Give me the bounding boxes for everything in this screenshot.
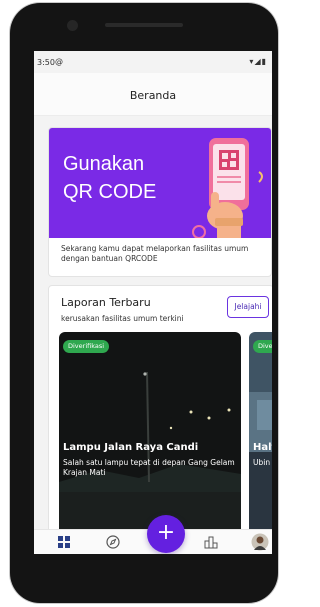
phone-qr-illustration <box>192 138 263 238</box>
screen: 3:50 @ ▾◢▮ Beranda Gunakan QR CODE Sekar… <box>34 51 272 554</box>
report-title: Halte <box>253 442 272 453</box>
report-card-photo <box>249 332 272 542</box>
at-icon: @ <box>55 57 63 66</box>
status-time: 3:50 <box>37 58 55 67</box>
banner-image: Gunakan QR CODE <box>49 128 271 238</box>
banner-headline: Gunakan QR CODE <box>63 150 156 206</box>
section-heading: Laporan Terbaru <box>61 296 151 309</box>
report-title: Lampu Jalan Raya Candi <box>63 442 199 453</box>
qr-banner[interactable]: Gunakan QR CODE Sekarang kamu dapat mela… <box>48 127 272 277</box>
compass-icon[interactable] <box>105 534 121 550</box>
report-card-photo <box>59 332 241 542</box>
avatar[interactable] <box>251 533 269 551</box>
plus-icon: + <box>156 520 176 545</box>
phone-frame: 3:50 @ ▾◢▮ Beranda Gunakan QR CODE Sekar… <box>10 3 278 603</box>
speaker <box>105 23 183 27</box>
grid-icon[interactable] <box>56 534 72 550</box>
camera <box>67 20 78 31</box>
banner-headline-line1: Gunakan <box>63 153 145 175</box>
system-icons: ▾◢▮ <box>249 57 267 66</box>
page-title: Beranda <box>129 89 177 102</box>
latest-reports-section: Laporan Terbaru kerusakan fasilitas umum… <box>48 285 272 547</box>
add-report-button[interactable]: + <box>147 515 185 553</box>
report-card[interactable]: Diverifikasi Lampu Jalan Raya Candi Sala… <box>59 332 241 542</box>
explore-button[interactable]: Jelajahi <box>227 296 269 318</box>
section-subheading: kerusakan fasilitas umum terkini <box>61 314 184 323</box>
banner-description: Sekarang kamu dapat melaporkan fasilitas… <box>61 244 249 263</box>
verified-badge: Diverifikasi <box>253 340 272 353</box>
building-icon[interactable] <box>203 534 219 550</box>
app-bar: Beranda <box>34 73 272 116</box>
banner-headline-line2: QR CODE <box>63 181 157 203</box>
report-description: Ubin r... mati <box>253 458 272 467</box>
status-bar: 3:50 @ ▾◢▮ <box>34 51 272 73</box>
report-card[interactable]: Diverifikasi Halte Ubin r... mati <box>249 332 272 542</box>
verified-badge: Diverifikasi <box>63 340 110 353</box>
report-description: Salah satu lampu tepat di depan Gang Gel… <box>63 458 235 477</box>
